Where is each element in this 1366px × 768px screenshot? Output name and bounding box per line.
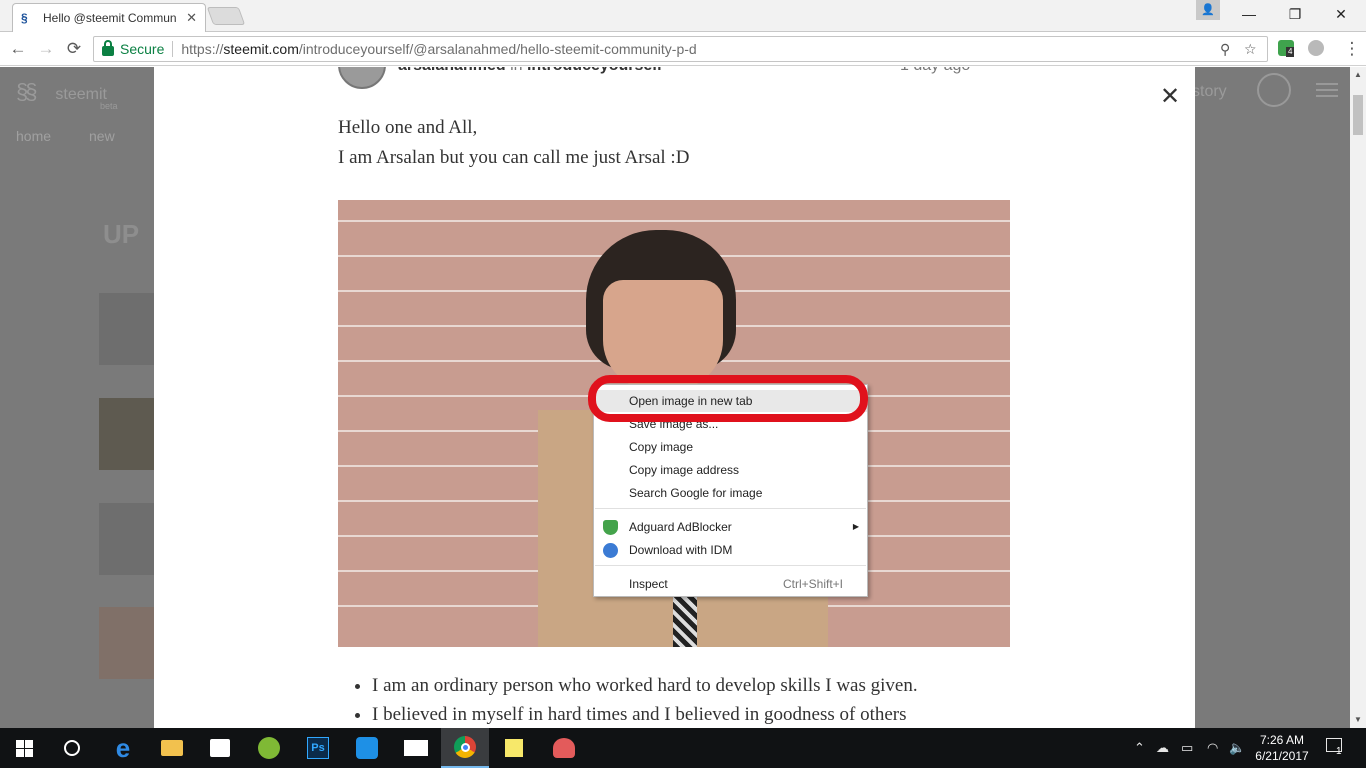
edge-browser-icon[interactable]: e: [99, 728, 147, 768]
clock-time: 7:26 AM: [1259, 733, 1305, 747]
menu-item-inspect[interactable]: Inspect Ctrl+Shift+I: [594, 573, 867, 595]
scroll-down-arrow-icon[interactable]: ▼: [1350, 712, 1366, 728]
scroll-thumb[interactable]: [1353, 95, 1363, 135]
tab-title: Hello @steemit Commun: [43, 11, 177, 25]
thumbnail: [99, 398, 154, 470]
store-icon[interactable]: [196, 728, 244, 768]
onedrive-icon[interactable]: ☁: [1156, 740, 1169, 756]
mail-icon[interactable]: [392, 728, 440, 768]
battery-icon[interactable]: ▭: [1181, 740, 1193, 756]
action-center-icon[interactable]: 1: [1326, 738, 1342, 757]
menu-item-search-google-image[interactable]: Search Google for image: [594, 482, 867, 504]
snipping-tool-icon[interactable]: [540, 728, 588, 768]
pin-icon[interactable]: ⚲: [1220, 41, 1230, 58]
steemit-favicon-icon: §: [21, 11, 28, 25]
thumbnail: [99, 293, 154, 365]
post-byline: arsalanahmed in introduceyourself: [398, 67, 662, 75]
new-tab-button[interactable]: [206, 7, 246, 25]
thumbnail: [99, 607, 154, 679]
submenu-arrow-icon: ▶: [852, 522, 859, 531]
menu-item-copy-image[interactable]: Copy image: [594, 436, 867, 458]
restore-button[interactable]: ❐: [1272, 0, 1318, 30]
post-intro-line: I am Arsalan but you can call me just Ar…: [338, 147, 690, 168]
inspect-shortcut: Ctrl+Shift+I: [782, 577, 843, 591]
menu-item-download-idm[interactable]: Download with IDM: [594, 539, 867, 561]
scroll-up-arrow-icon[interactable]: ▲: [1350, 67, 1366, 83]
author-name[interactable]: arsalanahmed: [398, 67, 506, 74]
back-button[interactable]: ←: [6, 37, 30, 61]
wifi-icon[interactable]: ◠: [1207, 740, 1218, 756]
list-item: I believed in myself in hard times and I…: [372, 704, 918, 726]
bookmark-star-icon[interactable]: ☆: [1244, 41, 1257, 58]
page-scrollbar[interactable]: ▲ ▼: [1350, 67, 1366, 728]
start-button[interactable]: [0, 728, 48, 768]
hamburger-menu-icon: [1316, 83, 1338, 97]
lock-icon: [102, 40, 114, 56]
cortana-search-button[interactable]: [48, 728, 96, 768]
sync-app-icon[interactable]: [343, 728, 391, 768]
address-bar[interactable]: Secure https://steemit.com/introduceyour…: [93, 36, 1268, 62]
tab-close-icon[interactable]: ✕: [186, 10, 197, 26]
post-age: 1 day ago: [900, 67, 970, 75]
red-highlight-annotation: [588, 375, 868, 422]
windows-taskbar: e Ps ⌃ ☁ ▭ ◠ 🔈 7:26 AM 6/21/2017 1: [0, 728, 1366, 768]
thumbnail: [99, 503, 154, 575]
menu-divider: [595, 508, 866, 509]
banner-text: UP: [103, 219, 140, 249]
post-bullet-list: I am an ordinary person who worked hard …: [352, 675, 918, 728]
secure-label: Secure: [120, 41, 165, 57]
notification-count: 1: [1336, 746, 1342, 757]
menu-item-adguard[interactable]: Adguard AdBlocker ▶: [594, 516, 867, 538]
idm-globe-icon: [603, 543, 618, 558]
adguard-extension-icon[interactable]: 4: [1278, 40, 1295, 57]
photoshop-icon[interactable]: Ps: [294, 728, 342, 768]
steemit-logo: §§ steemit beta: [16, 79, 118, 111]
cortana-circle-icon: [64, 740, 80, 756]
forward-button[interactable]: →: [34, 37, 58, 61]
home-link: home: [16, 128, 52, 144]
menu-item-copy-image-address[interactable]: Copy image address: [594, 459, 867, 481]
browser-toolbar: ← → ⟳ Secure https://steemit.com/introdu…: [0, 32, 1366, 66]
post-intro-line: Hello one and All,: [338, 117, 478, 138]
tab-strip: § Hello @steemit Commun ✕ 👤 — ❐ ✕: [0, 0, 1366, 32]
url-text: https://steemit.com/introduceyourself/@a…: [181, 41, 697, 57]
sticky-notes-icon[interactable]: [490, 728, 538, 768]
adguard-shield-icon: [603, 520, 618, 535]
extension-icon[interactable]: [1308, 40, 1324, 56]
reload-button[interactable]: ⟳: [62, 37, 86, 61]
person-face: [603, 280, 723, 390]
browser-tab-active[interactable]: § Hello @steemit Commun ✕: [12, 3, 206, 32]
tray-chevron-icon[interactable]: ⌃: [1134, 740, 1145, 756]
volume-icon[interactable]: 🔈: [1229, 740, 1245, 756]
community-name[interactable]: introduceyourself: [527, 67, 662, 74]
header-avatar: [1257, 73, 1291, 107]
clock-date: 6/21/2017: [1255, 749, 1309, 763]
extension-badge: 4: [1286, 47, 1295, 57]
chameleon-app-icon[interactable]: [245, 728, 293, 768]
chrome-menu-icon[interactable]: ⋮: [1340, 37, 1364, 61]
file-explorer-icon[interactable]: [148, 728, 196, 768]
modal-close-button[interactable]: ✕: [1160, 85, 1180, 109]
minimize-button[interactable]: —: [1226, 0, 1272, 30]
user-profile-icon[interactable]: 👤: [1196, 0, 1220, 20]
author-avatar[interactable]: [338, 67, 386, 89]
chrome-taskbar-icon[interactable]: [441, 728, 489, 768]
new-link: new: [89, 128, 115, 144]
menu-divider: [595, 565, 866, 566]
close-window-button[interactable]: ✕: [1318, 0, 1364, 30]
taskbar-clock[interactable]: 7:26 AM 6/21/2017: [1252, 732, 1312, 764]
header-story-text: story: [1192, 83, 1227, 100]
address-divider: [172, 41, 174, 57]
windows-logo-icon: [15, 739, 33, 757]
list-item: I am an ordinary person who worked hard …: [372, 675, 918, 697]
